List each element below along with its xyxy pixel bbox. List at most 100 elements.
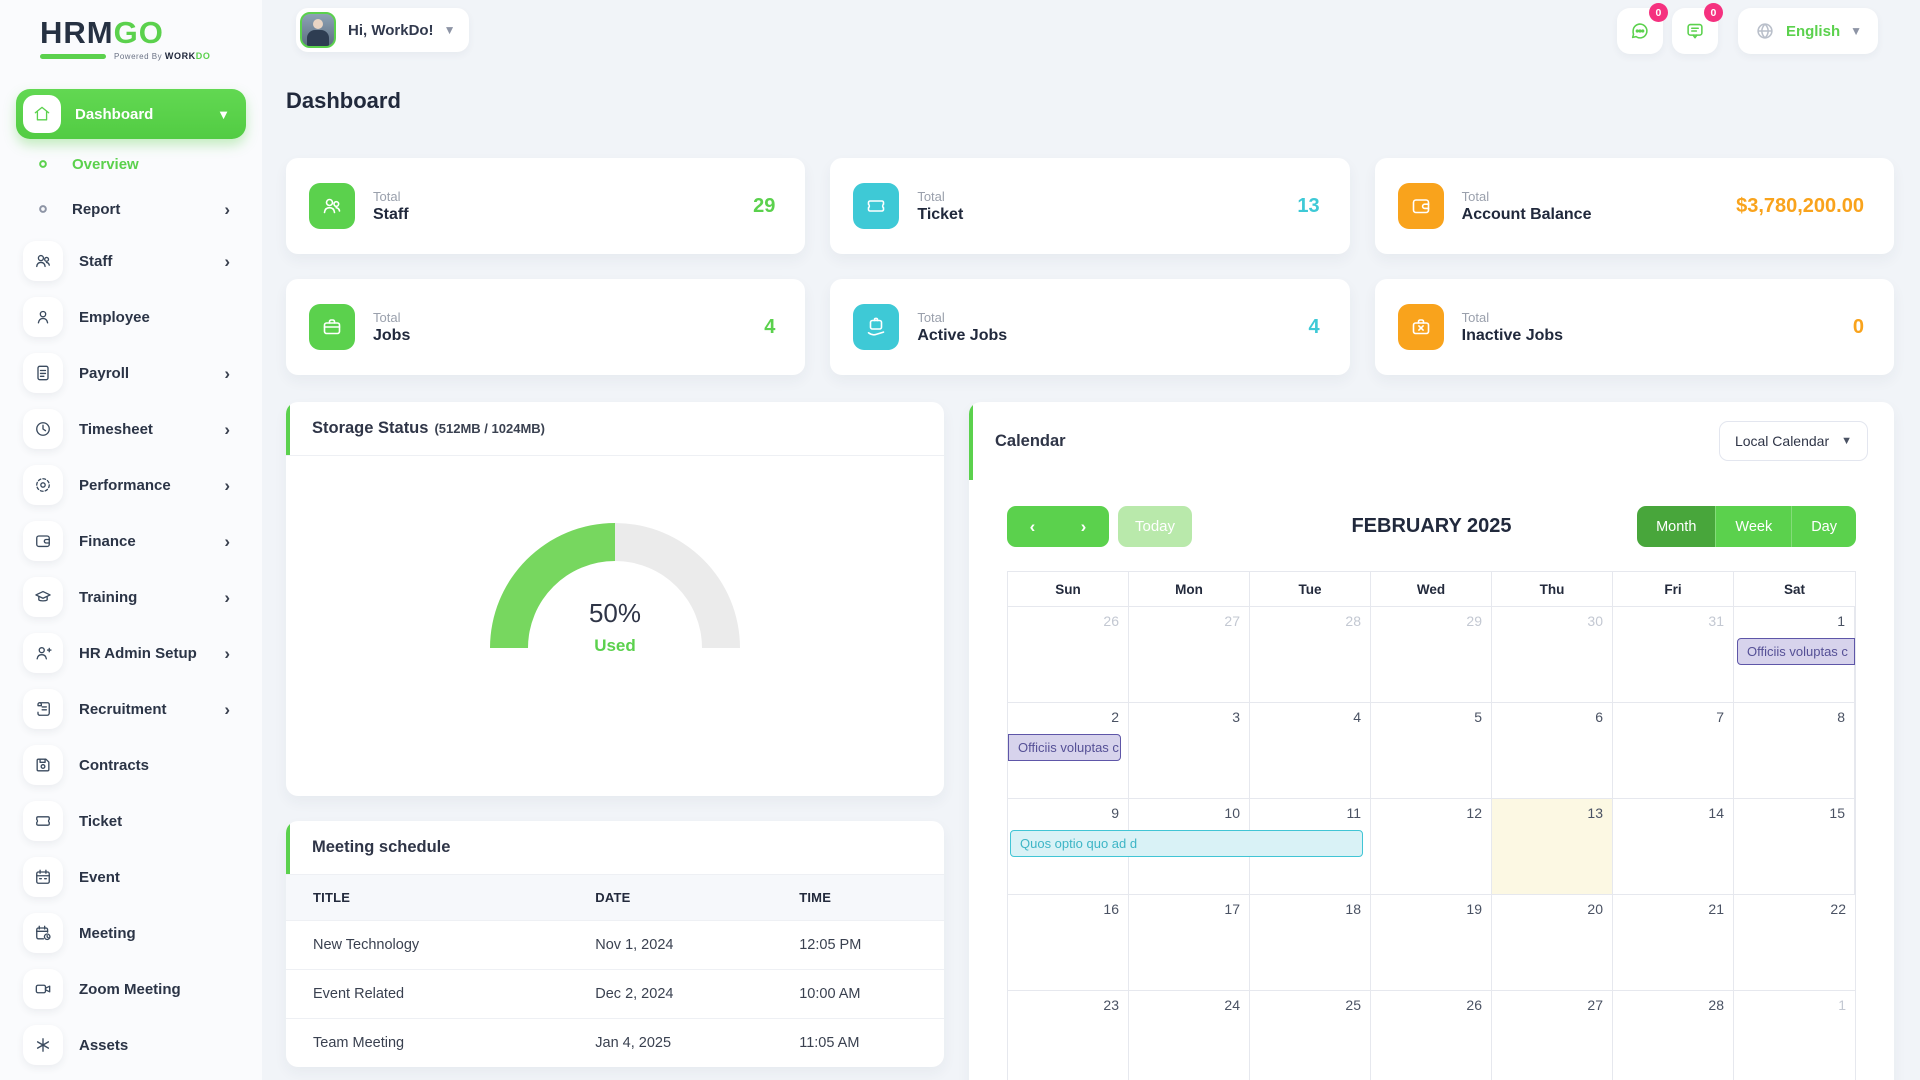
sidebar-item-event[interactable]: Event [16, 853, 246, 901]
sidebar-item-report[interactable]: Report› [16, 189, 246, 229]
day-number: 13 [1587, 805, 1603, 821]
calendar-day-cell[interactable]: 18 [1250, 895, 1371, 991]
calendar-day-cell[interactable]: 28 [1613, 991, 1734, 1080]
page-title: Dashboard [286, 88, 1894, 114]
stat-text: TotalJobs [373, 310, 764, 345]
sidebar-item-contracts[interactable]: Contracts [16, 741, 246, 789]
app-logo: HRMGO Powered By WORKDO [0, 0, 262, 61]
chevron-down-icon: ▼ [1841, 435, 1852, 447]
calendar-event[interactable]: Officiis voluptas c [1737, 638, 1855, 665]
day-number: 7 [1716, 709, 1724, 725]
stat-card-active-jobs: TotalActive Jobs4 [830, 279, 1349, 375]
sidebar-item-employee[interactable]: Employee [16, 293, 246, 341]
sidebar-item-zoom-meeting[interactable]: Zoom Meeting [16, 965, 246, 1013]
calendar-day-cell[interactable]: 29 [1371, 607, 1492, 703]
calendar-day-cell[interactable]: 24 [1129, 991, 1250, 1080]
stat-text: TotalStaff [373, 189, 753, 224]
day-number: 28 [1708, 997, 1724, 1013]
calendar-toolbar: ‹ › Today FEBRUARY 2025 MonthWeekDay [1007, 506, 1856, 547]
calendar-day-cell[interactable]: 5 [1371, 703, 1492, 799]
calendar-day-cell[interactable]: 25 [1250, 991, 1371, 1080]
calendar-day-cell[interactable]: 15 [1734, 799, 1855, 895]
calendar-week: 1617 18 19 202122 [1008, 895, 1855, 991]
logo-text: HRMGO [40, 16, 262, 50]
dot-icon [32, 199, 54, 219]
logo-underline-bar [40, 54, 106, 59]
sidebar-item-assets[interactable]: Assets [16, 1021, 246, 1069]
calendar-clock-icon [23, 913, 63, 953]
calendar-day-cell[interactable]: 1 [1734, 991, 1855, 1080]
calendar-event[interactable]: Quos optio quo ad d [1010, 830, 1363, 857]
calendar-day-cell[interactable]: 26 [1371, 991, 1492, 1080]
powered-brand-accent: DO [196, 51, 211, 61]
sidebar-item-dashboard[interactable]: Dashboard▼ [16, 89, 246, 139]
storage-percent: 50% [485, 598, 745, 629]
calendar-day-cell[interactable]: 17 [1129, 895, 1250, 991]
calendar-day-cell[interactable]: 27 [1492, 991, 1613, 1080]
calendar-event[interactable]: Officiis voluptas c [1008, 734, 1121, 761]
sidebar-item-meeting[interactable]: Meeting [16, 909, 246, 957]
calendar-day-cell[interactable]: 7 [1613, 703, 1734, 799]
meeting-schedule-card: Meeting schedule TITLEDATETIME New Techn… [286, 821, 944, 1067]
calendar-type-select[interactable]: Local Calendar ▼ [1719, 421, 1868, 461]
calendar-day-cell[interactable]: 31 [1613, 607, 1734, 703]
day-number: 24 [1224, 997, 1240, 1013]
stat-prefix: Total [1462, 310, 1853, 325]
day-header-mon: Mon [1129, 572, 1250, 607]
meeting-card-header: Meeting schedule [286, 821, 944, 875]
graduation-icon [23, 577, 63, 617]
calendar-day-cell[interactable]: 13 [1492, 799, 1613, 895]
calendar-day-cell[interactable]: 3 [1129, 703, 1250, 799]
calendar-day-cell[interactable]: 8 [1734, 703, 1855, 799]
stat-card-ticket: TotalTicket13 [830, 158, 1349, 254]
calendar-day-cell[interactable]: 19 [1371, 895, 1492, 991]
sidebar-item-label: Report [72, 201, 224, 218]
calendar-week: 2627282930311Officiis voluptas c [1008, 607, 1855, 703]
calendar-day-cell[interactable]: 14 [1613, 799, 1734, 895]
meeting-table-header: TITLEDATETIME [286, 875, 944, 921]
gauge-chart [485, 518, 745, 653]
calendar-day-cell[interactable]: 16 [1008, 895, 1129, 991]
sidebar-item-label: Ticket [79, 813, 230, 830]
calendar-day-cell[interactable]: 28 [1250, 607, 1371, 703]
meeting-cell: 11:05 AM [799, 1019, 944, 1068]
stat-prefix: Total [373, 189, 753, 204]
day-number: 19 [1466, 901, 1482, 917]
sidebar-item-recruitment[interactable]: Recruitment› [16, 685, 246, 733]
sidebar-item-label: Overview [72, 156, 230, 173]
sidebar-item-overview[interactable]: Overview [16, 144, 246, 184]
stat-value: 0 [1853, 316, 1864, 339]
calendar-day-cell[interactable]: 4 [1250, 703, 1371, 799]
sidebar-item-ticket[interactable]: Ticket [16, 797, 246, 845]
sidebar-item-training[interactable]: Training› [16, 573, 246, 621]
day-number: 15 [1829, 805, 1845, 821]
calendar-day-cell[interactable]: 6 [1492, 703, 1613, 799]
sidebar-item-hr-admin-setup[interactable]: HR Admin Setup› [16, 629, 246, 677]
sidebar: HRMGO Powered By WORKDO Dashboard▼ Overvi… [0, 0, 262, 1080]
sidebar-item-timesheet[interactable]: Timesheet› [16, 405, 246, 453]
sidebar-item-staff[interactable]: Staff› [16, 237, 246, 285]
chevron-right-icon: › [224, 589, 230, 606]
sidebar-item-label: Finance [79, 533, 224, 550]
calendar-title: Calendar [995, 432, 1066, 451]
sidebar-item-finance[interactable]: Finance› [16, 517, 246, 565]
meeting-cell: Dec 2, 2024 [595, 970, 799, 1019]
calendar-day-cell[interactable]: 20 [1492, 895, 1613, 991]
day-number: 18 [1345, 901, 1361, 917]
sidebar-item-payroll[interactable]: Payroll› [16, 349, 246, 397]
wallet-icon [23, 521, 63, 561]
day-header-sun: Sun [1008, 572, 1129, 607]
calendar-day-cell[interactable]: 26 [1008, 607, 1129, 703]
meeting-cell: Jan 4, 2025 [595, 1019, 799, 1068]
sidebar-item-performance[interactable]: Performance› [16, 461, 246, 509]
meeting-row: Event RelatedDec 2, 202410:00 AM [286, 970, 944, 1019]
calendar-day-cell[interactable]: 23 [1008, 991, 1129, 1080]
scroll-icon [23, 689, 63, 729]
calendar-day-cell[interactable]: 22 [1734, 895, 1855, 991]
day-number: 26 [1103, 613, 1119, 629]
chevron-right-icon: › [224, 253, 230, 270]
calendar-day-cell[interactable]: 27 [1129, 607, 1250, 703]
calendar-day-cell[interactable]: 21 [1613, 895, 1734, 991]
calendar-day-cell[interactable]: 12 [1371, 799, 1492, 895]
calendar-day-cell[interactable]: 30 [1492, 607, 1613, 703]
